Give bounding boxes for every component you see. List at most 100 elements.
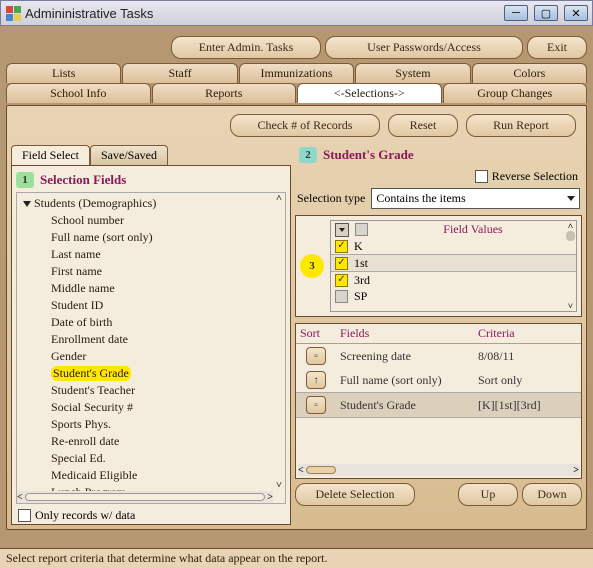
exit-button[interactable]: Exit <box>527 36 587 59</box>
tree-item[interactable]: Social Security # <box>17 399 285 416</box>
tree-item[interactable]: Student's Teacher <box>17 382 285 399</box>
tree-item[interactable]: Student's Grade <box>17 365 285 382</box>
expand-arrow-icon[interactable] <box>23 201 31 207</box>
reset-button[interactable]: Reset <box>388 114 458 137</box>
grid-field-cell: Full name (sort only) <box>336 371 474 390</box>
tree-item[interactable]: Special Ed. <box>17 450 285 467</box>
only-records-label: Only records w/ data <box>35 508 135 523</box>
grid-criteria-cell: Sort only <box>474 371 581 390</box>
tab-system[interactable]: System <box>355 63 470 83</box>
window-title: Admininistrative Tasks <box>25 6 504 21</box>
tree-item-label: Student's Grade <box>51 366 131 381</box>
tab-staff[interactable]: Staff <box>122 63 237 83</box>
field-values-list[interactable]: Field Values ✓K✓1st✓3rdSP ˄ ˅ <box>330 220 577 312</box>
sort-button[interactable]: ↑ <box>306 371 326 389</box>
reverse-selection-checkbox[interactable] <box>475 170 488 183</box>
tree-item[interactable]: Enrollment date <box>17 331 285 348</box>
run-report-button[interactable]: Run Report <box>466 114 576 137</box>
minimize-button[interactable]: ─ <box>504 5 528 21</box>
tab-group-changes[interactable]: Group Changes <box>443 83 588 103</box>
scroll-thumb[interactable] <box>306 466 336 474</box>
scroll-right-icon[interactable]: > <box>573 465 579 476</box>
down-button[interactable]: Down <box>522 483 582 506</box>
tab-selections[interactable]: <-Selections-> <box>297 83 442 103</box>
tree-vertical-scrollbar[interactable]: ˄ ˅ <box>273 193 285 491</box>
grid-row[interactable]: ↑ Full name (sort only)Sort only <box>296 368 581 392</box>
field-value-row[interactable]: SP <box>331 288 576 304</box>
field-value-row[interactable]: ✓K <box>331 238 576 254</box>
sort-button[interactable]: ▫ <box>306 347 326 365</box>
scroll-up-icon[interactable]: ˄ <box>276 193 282 204</box>
tree-item[interactable]: Full name (sort only) <box>17 229 285 246</box>
tree-item[interactable]: Gender <box>17 348 285 365</box>
field-value-checkbox[interactable]: ✓ <box>335 240 348 253</box>
tab-school-info[interactable]: School Info <box>6 83 151 103</box>
titlebar: Admininistrative Tasks ─ ▢ ✕ <box>0 0 593 26</box>
tree-item[interactable]: Middle name <box>17 280 285 297</box>
scroll-down-icon[interactable]: ˅ <box>276 480 282 491</box>
tree-item[interactable]: First name <box>17 263 285 280</box>
delete-selection-button[interactable]: Delete Selection <box>295 483 415 506</box>
grid-criteria-cell: 8/08/11 <box>474 347 581 366</box>
field-value-checkbox[interactable] <box>335 290 348 303</box>
close-button[interactable]: ✕ <box>564 5 588 21</box>
field-values-expand-button[interactable] <box>335 223 349 237</box>
tab-lists[interactable]: Lists <box>6 63 121 83</box>
user-passwords-button[interactable]: User Passwords/Access <box>325 36 523 59</box>
selection-type-combo[interactable]: Contains the items <box>371 188 580 209</box>
only-records-checkbox[interactable] <box>18 509 31 522</box>
action-row: Check # of Records Reset Run Report <box>11 114 582 137</box>
grid-criteria-cell: [K][1st][3rd] <box>474 396 581 415</box>
grid-row[interactable]: ▫ Screening date8/08/11 <box>296 344 581 368</box>
col-sort[interactable]: Sort <box>296 324 336 343</box>
field-value-label: K <box>354 238 363 254</box>
up-button[interactable]: Up <box>458 483 518 506</box>
sort-button[interactable]: ▫ <box>306 396 326 414</box>
primary-tabstrip: Lists Staff Immunizations System Colors <box>6 63 587 83</box>
scroll-thumb[interactable] <box>566 231 575 241</box>
grid-horizontal-scrollbar[interactable]: < > <box>298 464 579 476</box>
field-value-checkbox[interactable]: ✓ <box>335 257 348 270</box>
tree-item[interactable]: School number <box>17 212 285 229</box>
secondary-tabstrip: School Info Reports <-Selections-> Group… <box>6 83 587 103</box>
tree-group-label: Students (Demographics) <box>34 196 156 210</box>
scroll-up-icon[interactable]: ˄ <box>568 221 573 231</box>
selection-fields-tree[interactable]: Students (Demographics) School numberFul… <box>16 192 286 504</box>
field-value-label: 1st <box>354 255 368 271</box>
field-value-row[interactable]: ✓3rd <box>331 272 576 288</box>
step-1-badge: 1 <box>16 172 34 188</box>
step-2-badge: 2 <box>299 147 317 163</box>
tree-item[interactable]: Student ID <box>17 297 285 314</box>
tab-colors[interactable]: Colors <box>472 63 587 83</box>
field-values-scrollbar[interactable]: ˄ ˅ <box>565 221 576 311</box>
check-records-button[interactable]: Check # of Records <box>230 114 380 137</box>
selection-fields-title: Selection Fields <box>40 172 126 188</box>
col-fields[interactable]: Fields <box>336 324 474 343</box>
maximize-button[interactable]: ▢ <box>534 5 558 21</box>
col-criteria[interactable]: Criteria <box>474 324 581 343</box>
enter-admin-tasks-button[interactable]: Enter Admin. Tasks <box>171 36 321 59</box>
tree-item[interactable]: Sports Phys. <box>17 416 285 433</box>
tab-reports[interactable]: Reports <box>152 83 297 103</box>
field-value-row[interactable]: ✓ 1st <box>331 254 576 272</box>
grid-row[interactable]: ▫Student's Grade[K][1st][3rd] <box>296 392 581 418</box>
subtab-save-saved[interactable]: Save/Saved <box>90 145 168 165</box>
field-value-checkbox[interactable]: ✓ <box>335 274 348 287</box>
scroll-left-icon[interactable]: < <box>298 465 304 476</box>
scroll-right-icon[interactable]: > <box>267 492 273 503</box>
tree-item[interactable]: Last name <box>17 246 285 263</box>
tab-immunizations[interactable]: Immunizations <box>239 63 354 83</box>
tree-item[interactable]: Date of birth <box>17 314 285 331</box>
tree-item[interactable]: Re-enroll date <box>17 433 285 450</box>
select-all-checkbox[interactable] <box>355 223 368 236</box>
subtab-field-select[interactable]: Field Select <box>11 145 90 165</box>
tree-item[interactable]: Medicaid Eligible <box>17 467 285 484</box>
scroll-thumb[interactable] <box>25 493 266 501</box>
tree-group-students[interactable]: Students (Demographics) <box>17 195 285 212</box>
grid-field-cell: Screening date <box>336 347 474 366</box>
field-values-header: Field Values <box>374 222 572 237</box>
scroll-left-icon[interactable]: < <box>17 492 23 503</box>
tree-horizontal-scrollbar[interactable]: < > <box>17 491 273 503</box>
field-value-label: SP <box>354 288 367 304</box>
scroll-down-icon[interactable]: ˅ <box>568 301 573 311</box>
